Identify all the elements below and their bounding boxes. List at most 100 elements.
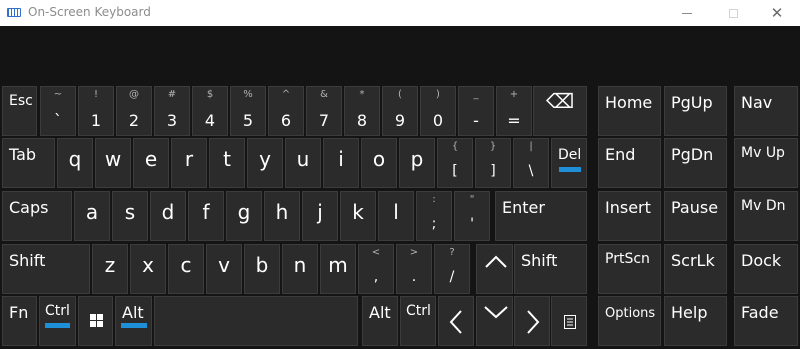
key-7[interactable]: & 7 [306, 86, 342, 136]
key-end[interactable]: End [598, 138, 661, 188]
key-d[interactable]: d [150, 191, 186, 241]
key-q[interactable]: q [57, 138, 93, 188]
key-char: l [393, 200, 399, 224]
key-dock[interactable]: Dock [734, 244, 798, 294]
key-prtscn[interactable]: PrtScn [598, 244, 661, 294]
windows-logo-icon [90, 314, 103, 327]
key-label: Fade [741, 303, 779, 322]
key-l[interactable]: l [378, 191, 414, 241]
minimize-button[interactable] [664, 0, 710, 26]
key-minus[interactable]: _ - [458, 86, 494, 136]
key-nav[interactable]: Nav [734, 86, 798, 136]
key-5[interactable]: % 5 [230, 86, 266, 136]
key-o[interactable]: o [361, 138, 397, 188]
key-fn[interactable]: Fn [2, 296, 37, 346]
key-p[interactable]: p [399, 138, 435, 188]
key-close-bracket[interactable]: }] [475, 138, 511, 188]
key-esc[interactable]: Esc [2, 86, 37, 136]
key-mv-up[interactable]: Mv Up [734, 138, 798, 188]
key-e[interactable]: e [133, 138, 169, 188]
key-space[interactable] [154, 296, 358, 346]
key-2[interactable]: @2 [116, 86, 152, 136]
key-tab[interactable]: Tab [2, 138, 55, 188]
key-char: / [449, 269, 455, 285]
key-backspace[interactable]: ⌫ [533, 86, 587, 136]
key-windows[interactable] [78, 296, 113, 346]
key-ctrl-right[interactable]: Ctrl [400, 296, 436, 346]
key-6[interactable]: ^ 6 [268, 86, 304, 136]
key-h[interactable]: h [264, 191, 300, 241]
key-char: 0 [432, 111, 444, 130]
key-f[interactable]: f [188, 191, 224, 241]
key-9[interactable]: (9 [382, 86, 418, 136]
key-insert[interactable]: Insert [598, 191, 661, 241]
key-home[interactable]: Home [598, 86, 661, 136]
key-z[interactable]: z [92, 244, 128, 294]
key-k[interactable]: k [340, 191, 376, 241]
key-char: s [124, 200, 136, 224]
key-up-arrow[interactable] [476, 244, 513, 294]
key-char: 8 [356, 111, 368, 130]
key-y[interactable]: y [247, 138, 283, 188]
key-alt-left[interactable]: Alt [115, 296, 152, 346]
key-slash[interactable]: ? / [434, 244, 470, 294]
key-r[interactable]: r [171, 138, 207, 188]
key-period[interactable]: >. [396, 244, 432, 294]
key-char: n [293, 253, 307, 277]
key-scrlk[interactable]: ScrLk [664, 244, 727, 294]
key-char: i [338, 147, 344, 171]
key-b[interactable]: b [244, 244, 280, 294]
key-char: - [473, 111, 479, 130]
key-c[interactable]: c [168, 244, 204, 294]
key-shift-left[interactable]: Shift [2, 244, 90, 294]
key-label: Mv Up [741, 145, 785, 161]
key-shift-right[interactable]: Shift [514, 244, 587, 294]
key-1[interactable]: ! 1 [78, 86, 114, 136]
close-button[interactable]: ✕ [754, 0, 800, 26]
key-j[interactable]: j [302, 191, 338, 241]
key-v[interactable]: v [206, 244, 242, 294]
key-pgup[interactable]: PgUp [664, 86, 727, 136]
key-shift-char: { [451, 141, 459, 152]
key-label: Nav [741, 93, 773, 112]
key-u[interactable]: u [285, 138, 321, 188]
key-i[interactable]: i [323, 138, 359, 188]
key-g[interactable]: g [226, 191, 262, 241]
key-3[interactable]: #3 [154, 86, 190, 136]
key-t[interactable]: t [209, 138, 245, 188]
key-ctrl-left[interactable]: Ctrl [39, 296, 76, 346]
maximize-button[interactable] [710, 0, 756, 26]
key-m[interactable]: m [320, 244, 356, 294]
key-right-arrow[interactable] [514, 296, 550, 346]
key-menu[interactable] [551, 296, 587, 346]
key-n[interactable]: n [282, 244, 318, 294]
key-a[interactable]: a [74, 191, 110, 241]
key-alt-right[interactable]: Alt [362, 296, 398, 346]
key-equals[interactable]: + = [496, 86, 532, 136]
key-help[interactable]: Help [664, 296, 727, 346]
key-enter[interactable]: Enter [495, 191, 587, 241]
key-backslash[interactable]: | \ [513, 138, 549, 188]
key-label: Insert [605, 198, 651, 217]
key-backtick[interactable]: ~ ` [40, 86, 76, 136]
key-caps[interactable]: Caps [2, 191, 72, 241]
key-mv-dn[interactable]: Mv Dn [734, 191, 798, 241]
key-comma[interactable]: <, [358, 244, 394, 294]
key-label: Caps [9, 198, 49, 217]
key-open-bracket[interactable]: {[ [437, 138, 473, 188]
key-down-arrow[interactable] [476, 296, 513, 346]
key-del[interactable]: Del [551, 138, 587, 188]
key-semicolon[interactable]: :; [416, 191, 452, 241]
key-options[interactable]: Options [598, 296, 661, 346]
key-pgdn[interactable]: PgDn [664, 138, 727, 188]
key-pause[interactable]: Pause [664, 191, 727, 241]
key-fade[interactable]: Fade [734, 296, 798, 346]
key-0[interactable]: ) 0 [420, 86, 456, 136]
key-4[interactable]: $4 [192, 86, 228, 136]
key-left-arrow[interactable] [438, 296, 474, 346]
key-w[interactable]: w [95, 138, 131, 188]
key-8[interactable]: * 8 [344, 86, 380, 136]
key-x[interactable]: x [130, 244, 166, 294]
key-s[interactable]: s [112, 191, 148, 241]
key-quote[interactable]: " ' [454, 191, 490, 241]
